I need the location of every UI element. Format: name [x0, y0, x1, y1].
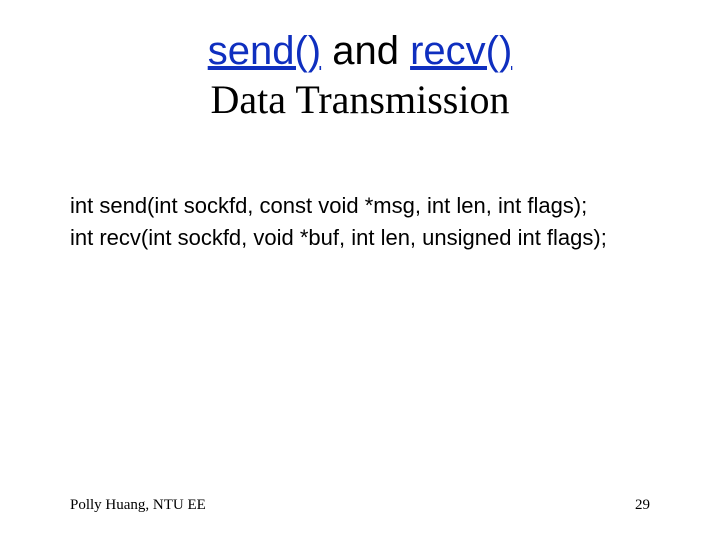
footer-author: Polly Huang, NTU EE: [70, 497, 206, 514]
title-line-1: send() and recv(): [0, 28, 720, 74]
slide-body: int send(int sockfd, const void *msg, in…: [70, 190, 670, 254]
title-conj: and: [321, 29, 410, 73]
title-fn-send: send(): [208, 29, 321, 73]
title-fn-recv: recv(): [410, 29, 512, 73]
slide: send() and recv() Data Transmission int …: [0, 0, 720, 540]
code-line-recv: int recv(int sockfd, void *buf, int len,…: [70, 222, 670, 254]
code-line-send: int send(int sockfd, const void *msg, in…: [70, 190, 670, 222]
title-subtitle: Data Transmission: [0, 76, 720, 124]
slide-title: send() and recv() Data Transmission: [0, 28, 720, 124]
footer-page-number: 29: [635, 497, 650, 514]
